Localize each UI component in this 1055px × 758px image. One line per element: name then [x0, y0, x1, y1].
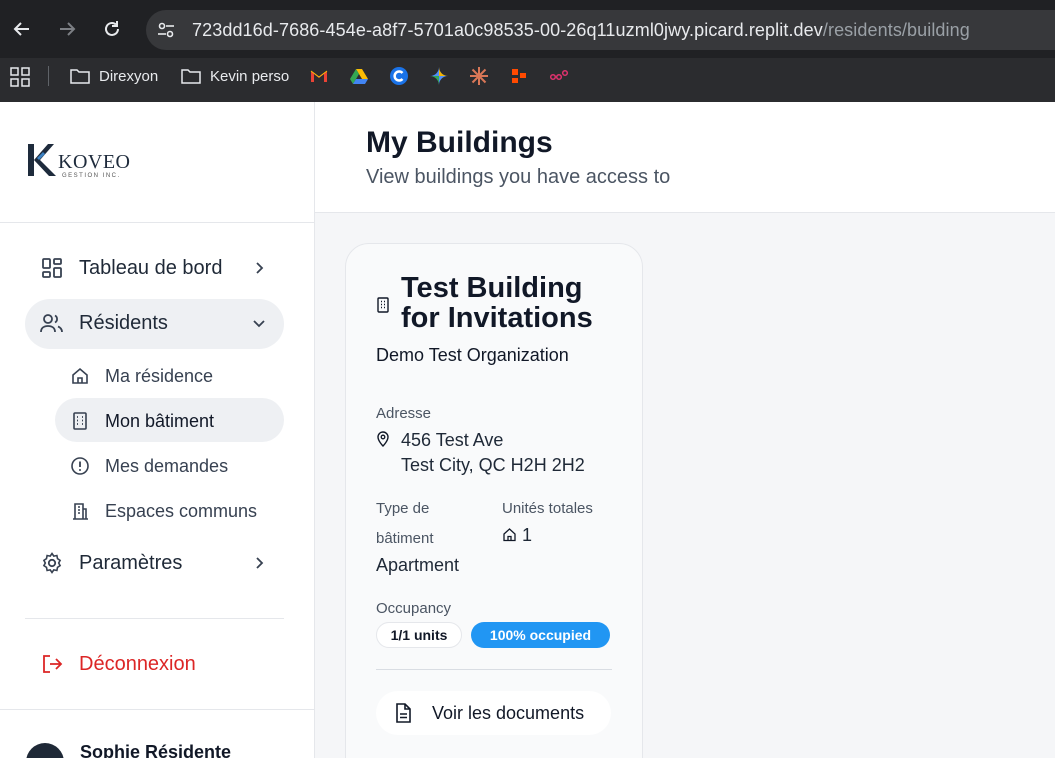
sidebar-subitem-label: Mes demandes: [105, 455, 229, 476]
sidebar-item-residents[interactable]: Résidents: [39, 310, 168, 336]
card-divider: [376, 669, 612, 670]
occupancy-units-badge: 1/1 units: [376, 622, 462, 648]
home-icon: [68, 364, 92, 388]
reload-icon[interactable]: [97, 14, 127, 44]
view-documents-button[interactable]: Voir les documents: [376, 691, 611, 735]
bookmark-label: Kevin perso: [210, 67, 290, 85]
apps-grid-icon[interactable]: [10, 67, 30, 92]
google-drive-icon[interactable]: [349, 66, 369, 86]
koveo-k-icon: [28, 144, 56, 176]
sidebar-subitem-espaces-communs[interactable]: Espaces communs: [68, 499, 257, 523]
address-label: Adresse: [376, 405, 432, 422]
sidebar-item-label: Résidents: [79, 311, 168, 334]
total-units-label: Unités totales: [502, 500, 593, 517]
koveo-logo[interactable]: KOVEO GESTION INC.: [26, 142, 131, 179]
sidebar-item-parametres[interactable]: Paramètres: [39, 550, 182, 576]
occupancy-percent-badge: 100% occupied: [471, 622, 610, 648]
sidebar-item-label: Paramètres: [79, 551, 183, 574]
back-arrow-icon[interactable]: [7, 14, 37, 44]
users-icon: [39, 310, 65, 336]
sidebar-divider: [25, 618, 284, 619]
sidebar-subitem-mes-demandes[interactable]: Mes demandes: [68, 454, 228, 478]
sidebar-subitem-label: Mon bâtiment: [105, 410, 215, 431]
view-documents-label: Voir les documents: [432, 702, 585, 723]
sidebar-subitem-mon-batiment[interactable]: Mon bâtiment: [68, 409, 214, 433]
url-path: /residents/building: [822, 20, 970, 40]
page-subtitle: View buildings you have access to: [366, 166, 671, 188]
sidebar-item-tableau-de-bord[interactable]: Tableau de bord: [39, 255, 222, 281]
logout-label: Déconnexion: [79, 652, 196, 675]
make-icon[interactable]: [549, 66, 569, 86]
occupancy-label: Occupancy: [376, 600, 452, 617]
bookmark-folder-direxyon[interactable]: Direxyon: [70, 66, 158, 86]
building-type-label-line-2: bâtiment: [376, 530, 434, 547]
building-card: Test Building for Invitations Demo Test …: [345, 243, 643, 758]
building-type-value: Apartment: [376, 555, 460, 575]
organization-name: Demo Test Organization: [376, 345, 569, 365]
folder-icon: [181, 69, 201, 84]
sidebar-item-label: Tableau de bord: [79, 256, 223, 279]
building-icon: [68, 409, 92, 433]
url-host: 723dd16d-7686-454e-a8f7-5701a0c98535-00-…: [192, 20, 823, 40]
logout-button[interactable]: Déconnexion: [39, 651, 196, 677]
chevron-right-icon[interactable]: [250, 259, 268, 277]
sidebar-subitem-label: Ma résidence: [105, 365, 214, 386]
claude-icon[interactable]: [469, 66, 489, 86]
building-icon: [376, 297, 390, 313]
sidebar-subitem-label: Espaces communs: [105, 500, 258, 521]
avatar[interactable]: [26, 743, 64, 758]
address-line-1: 456 Test Ave: [401, 430, 504, 450]
logout-icon: [39, 651, 65, 677]
bookmark-folder-kevin-perso[interactable]: Kevin perso: [181, 66, 289, 86]
logo-name: KOVEO: [58, 151, 131, 173]
sidebar-divider: [0, 709, 314, 710]
logo-subtitle: GESTION INC.: [62, 173, 121, 179]
address-line-2: Test City, QC H2H 2H2: [401, 455, 585, 475]
dashboard-icon: [39, 255, 65, 281]
page-title: My Buildings: [366, 126, 553, 159]
chevron-right-icon[interactable]: [250, 554, 268, 572]
gear-icon: [39, 550, 65, 576]
building-name: Test Building for Invitations: [401, 272, 593, 334]
page-header: My Buildings View buildings you have acc…: [315, 102, 1055, 213]
home-icon: [502, 527, 517, 542]
c-app-icon[interactable]: [389, 66, 409, 86]
office-building-icon: [68, 499, 92, 523]
browser-toolbar: 723dd16d-7686-454e-a8f7-5701a0c98535-00-…: [0, 0, 1055, 58]
url-text: 723dd16d-7686-454e-a8f7-5701a0c98535-00-…: [192, 20, 970, 41]
total-units-value: 1: [522, 525, 533, 545]
gemini-icon[interactable]: [429, 66, 449, 86]
site-settings-icon[interactable]: [156, 20, 178, 40]
map-pin-icon: [376, 431, 390, 447]
sidebar-divider: [0, 222, 314, 223]
folder-icon: [70, 69, 90, 84]
document-icon: [393, 702, 413, 724]
zapier-icon[interactable]: [509, 66, 529, 86]
address-bar[interactable]: 723dd16d-7686-454e-a8f7-5701a0c98535-00-…: [146, 10, 1055, 50]
gmail-icon[interactable]: [309, 66, 329, 86]
bookmark-label: Direxyon: [99, 67, 159, 85]
sidebar: KOVEO GESTION INC. Tableau de bord Résid…: [0, 102, 315, 758]
bookmark-separator: [48, 66, 49, 86]
sidebar-subitem-ma-residence[interactable]: Ma résidence: [68, 364, 213, 388]
building-type-label: Type de: [376, 500, 430, 517]
forward-arrow-icon[interactable]: [52, 14, 82, 44]
chevron-down-icon[interactable]: [250, 314, 268, 332]
user-name: Sophie Résidente: [80, 742, 232, 758]
alert-circle-icon: [68, 454, 92, 478]
